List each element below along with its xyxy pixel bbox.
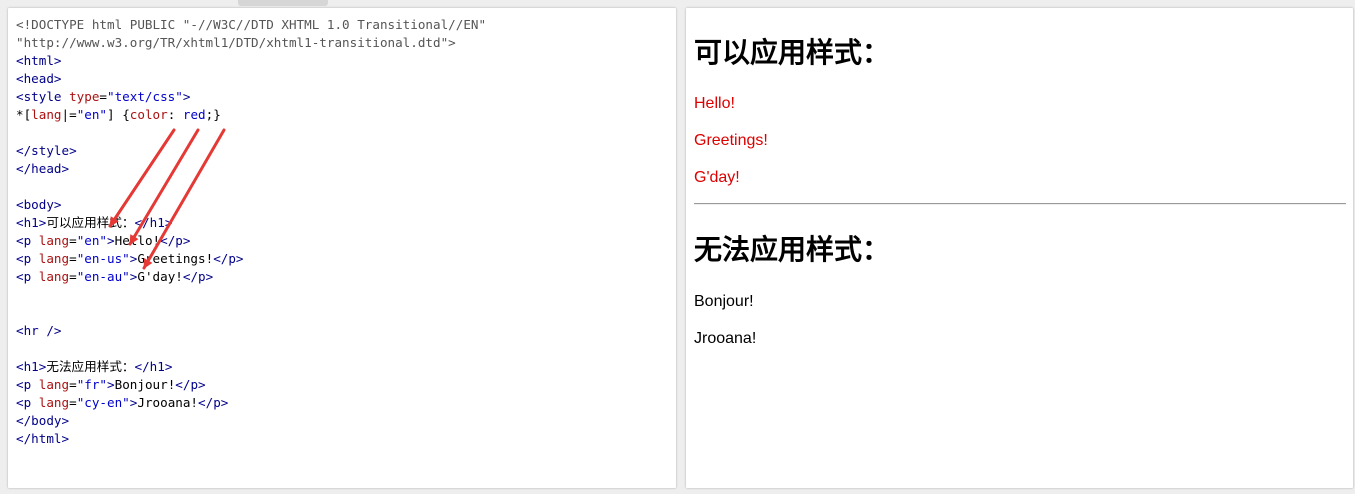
code-token: Bonjour! <box>114 377 176 392</box>
code-token: "fr" <box>76 377 108 392</box>
code-token: <head> <box>16 71 62 86</box>
code-line: <p lang="en">Hello!</p> <box>16 232 672 250</box>
code-token: lang <box>38 251 70 266</box>
code-token: > <box>107 377 115 392</box>
code-token: lang <box>38 395 70 410</box>
code-token: = <box>99 89 108 104</box>
code-token: </p> <box>182 269 214 284</box>
code-token: "text/css" <box>107 89 183 104</box>
code-line: ​ <box>16 124 672 142</box>
code-token: <h1> <box>16 359 47 374</box>
code-token: = <box>69 233 77 248</box>
code-area[interactable]: <!DOCTYPE html PUBLIC "-//W3C//DTD XHTML… <box>16 16 672 448</box>
code-token: </h1> <box>134 359 173 374</box>
code-token: <style <box>16 89 70 104</box>
code-token: ] { <box>107 107 130 122</box>
code-token: <p <box>16 377 39 392</box>
code-line: <h1>可以应用样式：</h1> <box>16 214 672 232</box>
code-line: </head> <box>16 160 672 178</box>
code-line: <p lang="cy-en">Jrooana!</p> <box>16 394 672 412</box>
code-token: ;} <box>205 107 221 122</box>
code-line: <!DOCTYPE html PUBLIC "-//W3C//DTD XHTML… <box>16 16 672 34</box>
paragraph-hello: Hello! <box>694 95 735 112</box>
code-line: ​ <box>16 178 672 196</box>
code-token: <p <box>16 269 39 284</box>
code-token: 可以应用样式： <box>46 215 135 230</box>
code-line: </html> <box>16 430 672 448</box>
code-line: "http://www.w3.org/TR/xhtml1/DTD/xhtml1-… <box>16 34 672 52</box>
code-line: <h1>无法应用样式：</h1> <box>16 358 672 376</box>
code-token: </html> <box>16 431 70 446</box>
code-token: > <box>107 233 115 248</box>
code-token: </p> <box>160 233 191 248</box>
top-tab-handle <box>238 0 328 6</box>
code-token: type <box>69 89 100 104</box>
heading-styles-not-apply: 无法应用样式： <box>694 233 891 266</box>
code-token: </h1> <box>134 215 173 230</box>
code-line: </body> <box>16 412 672 430</box>
heading-styles-apply: 可以应用样式： <box>694 36 891 69</box>
code-token: </head> <box>16 161 70 176</box>
code-token: <hr /> <box>16 323 62 338</box>
code-line: <p lang="en-au">G'day!</p> <box>16 268 672 286</box>
horizontal-rule <box>694 203 1346 205</box>
code-token: <body> <box>16 197 62 212</box>
code-token: > <box>182 89 191 104</box>
paragraph-bonjour: Bonjour! <box>694 293 754 310</box>
code-line: <head> <box>16 70 672 88</box>
preview-panel: 可以应用样式： Hello! Greetings! G'day! 无法应用样式：… <box>686 8 1353 488</box>
code-line: <p lang="fr">Bonjour!</p> <box>16 376 672 394</box>
code-token: "cy-en" <box>76 395 130 410</box>
code-line: </style> <box>16 142 672 160</box>
code-token: Hello! <box>114 233 161 248</box>
paragraph-jrooana: Jrooana! <box>694 330 757 347</box>
code-token: lang <box>38 233 70 248</box>
code-token: <!DOCTYPE html PUBLIC "-//W3C//DTD XHTML… <box>16 17 487 32</box>
code-token: </body> <box>16 413 70 428</box>
code-editor-panel[interactable]: <!DOCTYPE html PUBLIC "-//W3C//DTD XHTML… <box>8 8 676 488</box>
code-token: lang <box>38 269 70 284</box>
code-token: lang <box>38 377 70 392</box>
code-token: = <box>69 251 77 266</box>
code-token: "en" <box>76 233 108 248</box>
code-token: <p <box>16 395 39 410</box>
code-token: red <box>182 107 206 122</box>
code-line: <p lang="en-us">Greetings!</p> <box>16 250 672 268</box>
code-token: Jrooana! <box>137 395 199 410</box>
paragraph-greetings: Greetings! <box>694 132 768 149</box>
code-token: = <box>69 395 77 410</box>
code-token: Greetings! <box>137 251 214 266</box>
code-token: </style> <box>16 143 77 158</box>
code-line: <html> <box>16 52 672 70</box>
code-token: <p <box>16 251 39 266</box>
code-token: </p> <box>213 251 244 266</box>
code-token: *[ <box>16 107 32 122</box>
paragraph-gday: G'day! <box>694 169 740 186</box>
code-token: <p <box>16 233 39 248</box>
code-token: lang <box>31 107 62 122</box>
code-token: <html> <box>16 53 62 68</box>
code-line: *[lang|="en"] {color: red;} <box>16 106 672 124</box>
code-token: "en-us" <box>76 251 130 266</box>
code-token: = <box>69 377 77 392</box>
code-token: </p> <box>175 377 206 392</box>
code-line: ​ <box>16 340 672 358</box>
code-token: </p> <box>198 395 229 410</box>
code-line: <hr /> <box>16 322 672 340</box>
code-token: color <box>129 107 168 122</box>
code-token: "http://www.w3.org/TR/xhtml1/DTD/xhtml1-… <box>16 35 456 50</box>
code-line: <style type="text/css"> <box>16 88 672 106</box>
code-line: ​ <box>16 304 672 322</box>
code-token: G'day! <box>137 269 183 284</box>
code-line: ​ <box>16 286 672 304</box>
code-token: = <box>69 269 77 284</box>
code-token: "en" <box>76 107 108 122</box>
code-token: <h1> <box>16 215 47 230</box>
code-token: |= <box>61 107 77 122</box>
code-line: <body> <box>16 196 672 214</box>
code-token: 无法应用样式： <box>46 359 135 374</box>
code-token: "en-au" <box>76 269 130 284</box>
code-token: : <box>167 107 183 122</box>
